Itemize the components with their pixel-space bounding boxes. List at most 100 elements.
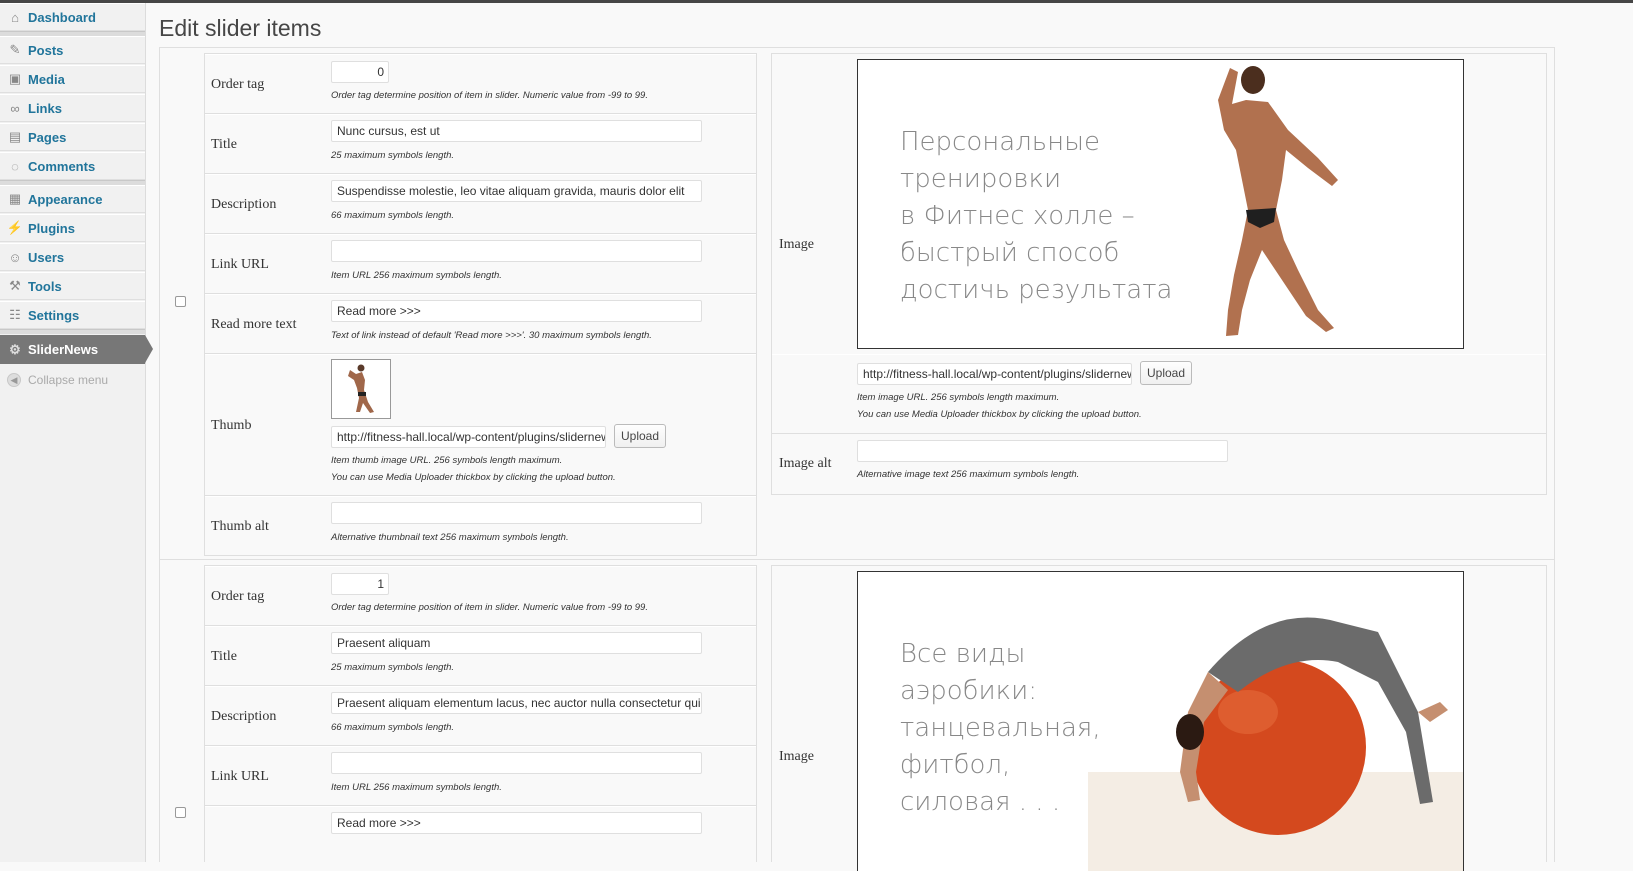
thumb-row: Thumb http://fitness-hall.local/wp-conte…: [205, 354, 756, 496]
description-input[interactable]: Suspendisse molestie, leo vitae aliquam …: [331, 180, 702, 202]
sidebar-item-label: Plugins: [28, 220, 75, 236]
active-arrow: [145, 335, 153, 363]
sidebar-item-settings[interactable]: ☷ Settings: [0, 301, 145, 329]
sidebar-item-label: Settings: [28, 307, 80, 323]
image-url-hint: Item image URL. 256 symbols length maxim…: [857, 392, 1060, 403]
read-more-row: Read more >>>: [205, 806, 756, 863]
sidebar-item-media[interactable]: ▣ Media: [0, 65, 145, 93]
link-url-row: Link URL Item URL 256 maximum symbols le…: [205, 746, 756, 806]
sidebar-item-label: Comments: [28, 158, 96, 174]
slide-image-preview: Персональные тренировки в Фитнес холле –…: [857, 59, 1464, 349]
thumb-alt-input[interactable]: [331, 502, 702, 524]
title-hint: 25 maximum symbols length.: [331, 150, 455, 161]
order-tag-input[interactable]: 0: [331, 61, 389, 83]
image-label: Image: [779, 749, 814, 764]
tools-icon: ⚒: [9, 278, 21, 293]
sidebar-item-appearance[interactable]: ▦ Appearance: [0, 185, 145, 213]
sidebar-item-comments[interactable]: ◌ Comments: [0, 152, 145, 180]
link-url-input[interactable]: [331, 752, 702, 774]
thumb-label: Thumb: [211, 418, 252, 433]
link-url-label: Link URL: [211, 769, 269, 784]
slide-caption-line: быстрый способ: [900, 238, 1120, 268]
link-url-hint: Item URL 256 maximum symbols length.: [331, 782, 502, 793]
order-tag-input[interactable]: 1: [331, 573, 389, 595]
select-item-checkbox[interactable]: [175, 807, 186, 818]
settings-icon: ☷: [9, 307, 21, 322]
sidebar-item-label: Links: [28, 100, 62, 116]
image-alt-input[interactable]: [857, 440, 1228, 462]
slide-caption-line: силовая . . .: [900, 787, 1061, 817]
thumb-url-hint: Item thumb image URL. 256 symbols length…: [331, 455, 563, 466]
admin-top-bar: [0, 0, 1633, 3]
order-tag-row: Order tag 0 Order tag determine position…: [205, 54, 756, 114]
image-url-input[interactable]: http://fitness-hall.local/wp-content/plu…: [857, 363, 1132, 385]
image-alt-row: Image alt Alternative image text 256 max…: [772, 434, 1546, 494]
sidebar-item-label: Posts: [28, 42, 64, 58]
sidebar-item-tools[interactable]: ⚒ Tools: [0, 272, 145, 300]
item-image-table: Image Персональные тренировки в Фитнес х…: [771, 53, 1547, 495]
slide-caption-line: Все виды: [900, 639, 1026, 669]
image-uploader-hint: You can use Media Uploader thickbox by c…: [857, 409, 1142, 420]
slide-caption-line: тренировки: [900, 164, 1062, 194]
title-input[interactable]: Nunc cursus, est ut: [331, 120, 702, 142]
home-icon: ⌂: [11, 9, 19, 25]
sidebar-item-posts[interactable]: ✎ Posts: [0, 36, 145, 64]
thumb-url-input[interactable]: http://fitness-hall.local/wp-content/plu…: [331, 426, 606, 448]
page-title: Edit slider items: [159, 15, 322, 41]
image-upload-button[interactable]: Upload: [1140, 361, 1192, 385]
sidebar-item-label: Users: [28, 249, 65, 265]
thumb-uploader-hint: You can use Media Uploader thickbox by c…: [331, 472, 616, 483]
menu-separator: [0, 329, 145, 334]
item-fields-table: Order tag 0 Order tag determine position…: [204, 53, 757, 556]
slide-caption-line: танцевальная,: [900, 713, 1101, 743]
sidebar-item-label: Appearance: [28, 191, 103, 207]
image-row: Image Персональные тренировки в Фитнес х…: [772, 54, 1546, 434]
collapse-icon: ◀: [7, 373, 21, 387]
title-input[interactable]: Praesent aliquam: [331, 632, 702, 654]
read-more-input[interactable]: Read more >>>: [331, 812, 702, 834]
thumb-preview: [331, 359, 391, 419]
sidebar-item-links[interactable]: ∞ Links: [0, 94, 145, 122]
sidebar-item-label: Tools: [28, 278, 62, 294]
media-icon: ▣: [8, 71, 22, 86]
slide-caption-line: аэробики:: [900, 676, 1037, 706]
order-tag-label: Order tag: [211, 77, 265, 92]
sidebar-item-label: Dashboard: [28, 9, 96, 25]
link-icon: ∞: [10, 100, 20, 116]
admin-sidebar: ⌂ Dashboard ✎ Posts ▣ Media ∞ Links ▤ Pa…: [0, 3, 153, 862]
thumb-upload-button[interactable]: Upload: [614, 424, 666, 448]
read-more-input[interactable]: Read more >>>: [331, 300, 702, 322]
select-item-checkbox[interactable]: [175, 296, 186, 307]
sidebar-item-label: SliderNews: [28, 342, 99, 357]
title-label: Title: [211, 649, 237, 664]
slide-caption-line: в Фитнес холле –: [900, 201, 1135, 231]
description-input[interactable]: Praesent aliquam elementum lacus, nec au…: [331, 692, 702, 714]
slide-caption-line: фитбол,: [900, 750, 1011, 780]
sidebar-item-pages[interactable]: ▤ Pages: [0, 123, 145, 151]
thumb-alt-row: Thumb alt Alternative thumbnail text 256…: [205, 496, 756, 556]
order-tag-hint: Order tag determine position of item in …: [331, 90, 648, 101]
sidebar-item-dashboard[interactable]: ⌂ Dashboard: [0, 3, 145, 31]
slide-caption: Персональные тренировки в Фитнес холле –…: [900, 124, 1172, 309]
pin-icon: ✎: [9, 42, 21, 57]
sidebar-item-label: Pages: [28, 129, 67, 145]
link-url-hint: Item URL 256 maximum symbols length.: [331, 270, 502, 281]
description-label: Description: [211, 709, 277, 724]
title-hint: 25 maximum symbols length.: [331, 662, 455, 673]
description-label: Description: [211, 197, 277, 212]
image-alt-label: Image alt: [779, 456, 832, 471]
link-url-input[interactable]: [331, 240, 702, 262]
comment-icon: ◌: [11, 158, 19, 174]
image-label: Image: [779, 237, 814, 252]
sidebar-item-users[interactable]: ☺ Users: [0, 243, 145, 271]
image-alt-hint: Alternative image text 256 maximum symbo…: [857, 469, 1080, 480]
fitball-photo: [1088, 617, 1463, 871]
gear-icon: ⚙: [9, 341, 21, 357]
appearance-icon: ▦: [8, 191, 22, 206]
description-row: Description Praesent aliquam elementum l…: [205, 686, 756, 746]
collapse-menu-button[interactable]: ◀ Collapse menu: [0, 369, 145, 391]
sidebar-item-slidernews[interactable]: ⚙ SliderNews: [0, 335, 153, 364]
sidebar-item-plugins[interactable]: ⚡ Plugins: [0, 214, 145, 242]
plugin-icon: ⚡: [6, 220, 24, 235]
description-row: Description Suspendisse molestie, leo vi…: [205, 174, 756, 234]
